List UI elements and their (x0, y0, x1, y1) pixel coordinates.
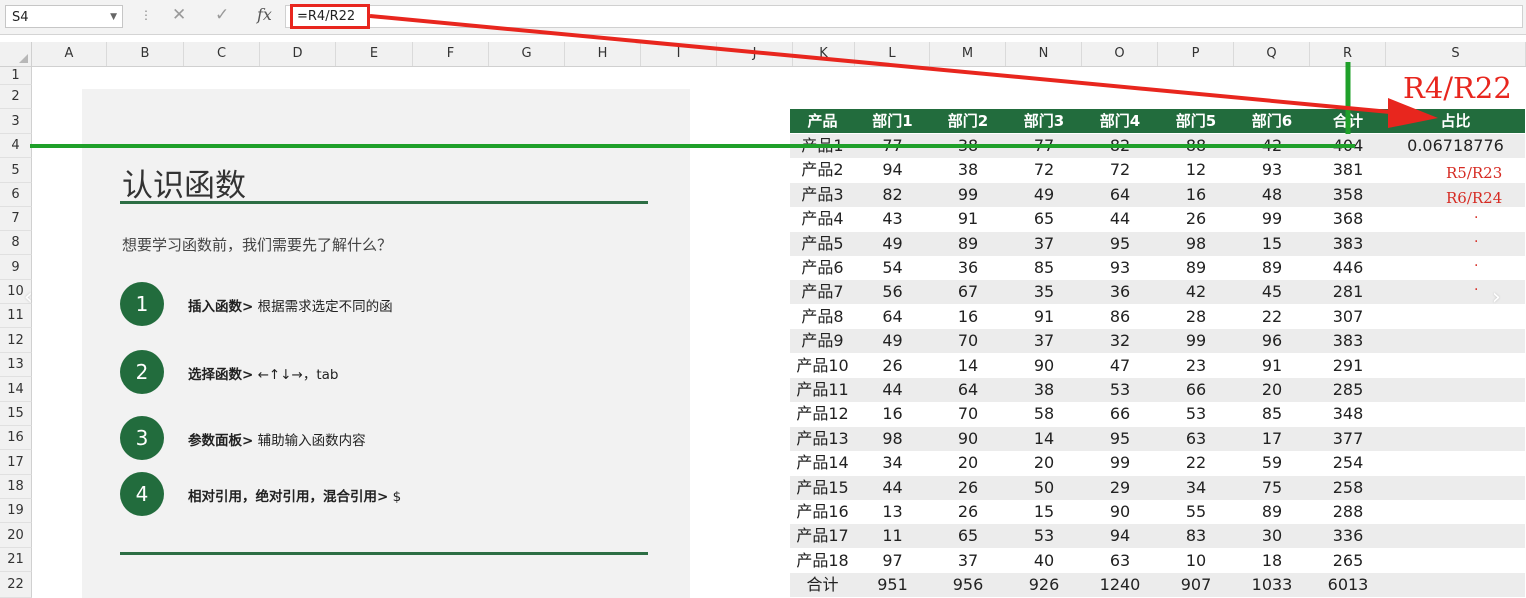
formula-arrow-head (1388, 98, 1438, 128)
formula-arrow-line (369, 14, 1391, 114)
annotation-overlay (30, 14, 1438, 148)
